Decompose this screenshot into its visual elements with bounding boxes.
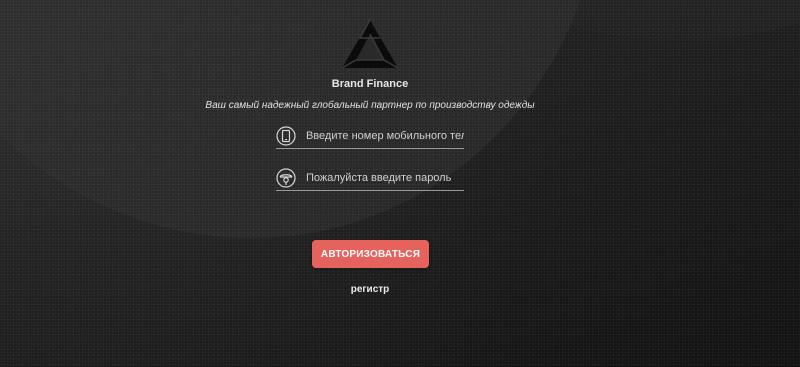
brand-tagline: Ваш самый надежный глобальный партнер по… xyxy=(205,100,535,111)
phone-icon xyxy=(276,126,296,146)
lock-icon xyxy=(276,168,296,188)
phone-input[interactable] xyxy=(306,130,464,142)
password-field xyxy=(276,166,464,191)
register-link[interactable]: регистр xyxy=(0,284,740,295)
penrose-triangle-logo xyxy=(341,19,399,69)
login-button[interactable]: АВТОРИЗОВАТЬСЯ xyxy=(312,240,429,268)
login-page: Brand Finance Ваш самый надежный глобаль… xyxy=(0,0,800,367)
brand-name: Brand Finance xyxy=(331,78,409,90)
phone-field xyxy=(276,124,464,149)
password-input[interactable] xyxy=(306,172,464,184)
